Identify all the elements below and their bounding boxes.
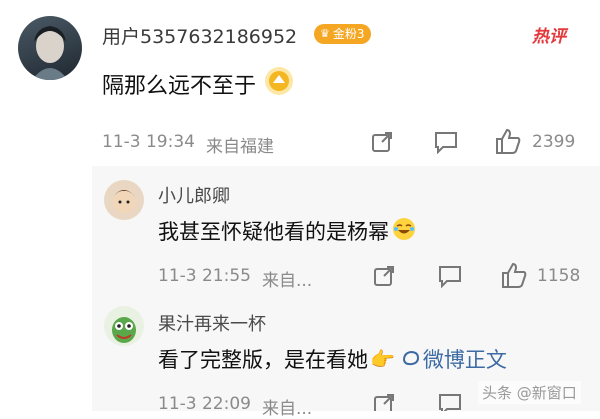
comment-time: 11-3 19:34	[102, 132, 195, 152]
reply-time: 11-3 22:09	[158, 394, 251, 414]
reply-time: 11-3 21:55	[158, 266, 251, 286]
comment-location: 来自福建	[206, 137, 274, 157]
laugh-cry-emoji-icon	[392, 217, 416, 246]
comment-icon[interactable]	[437, 392, 463, 417]
weibo-link-label: 微博正文	[422, 348, 507, 372]
reply-text: 看了完整版，是在看她 👉 微博正文	[158, 344, 507, 374]
like-icon[interactable]	[500, 261, 528, 293]
share-icon[interactable]	[372, 392, 396, 415]
avatar-child-icon	[112, 190, 136, 213]
point-right-emoji-icon: 👉	[370, 347, 395, 371]
weibo-icon	[401, 347, 421, 371]
crown-icon: ♛	[320, 27, 330, 40]
comment-icon[interactable]	[437, 264, 463, 292]
reply-avatar[interactable]	[104, 306, 144, 346]
reply-text: 我甚至怀疑他看的是杨幂	[158, 216, 416, 246]
share-icon[interactable]	[370, 130, 394, 158]
comment-text-content: 隔那么远不至于	[102, 74, 257, 99]
username[interactable]: 用户5357632186952	[102, 22, 297, 49]
comment-text: 隔那么远不至于	[102, 66, 294, 102]
like-icon[interactable]	[494, 127, 522, 159]
reply-like-count: 1158	[537, 266, 581, 286]
reply-text-content: 我甚至怀疑他看的是杨幂	[158, 220, 389, 244]
weibo-link[interactable]: 微博正文	[401, 344, 507, 374]
like-count: 2399	[532, 132, 576, 152]
comment-icon[interactable]	[433, 130, 459, 158]
fan-badge-label: 金粉3	[332, 27, 365, 41]
gold-badge-emoji-icon	[264, 66, 294, 102]
watermark: 头条 @新窗口	[478, 381, 581, 404]
avatar-monster-icon	[112, 317, 136, 343]
hot-comment-badge: 热评	[532, 27, 566, 47]
reply-text-content: 看了完整版，是在看她	[158, 348, 368, 372]
user-avatar[interactable]	[18, 16, 82, 80]
reply-avatar[interactable]	[104, 180, 144, 220]
reply-location: 来自...	[262, 271, 313, 291]
avatar-portrait-icon	[32, 26, 68, 80]
reply-username[interactable]: 果汁再来一杯	[158, 310, 266, 336]
share-icon[interactable]	[372, 264, 396, 292]
reply-location: 来自...	[262, 399, 313, 419]
fan-badge[interactable]: ♛ 金粉3	[314, 24, 371, 44]
reply-username[interactable]: 小儿郎卿	[158, 182, 230, 208]
